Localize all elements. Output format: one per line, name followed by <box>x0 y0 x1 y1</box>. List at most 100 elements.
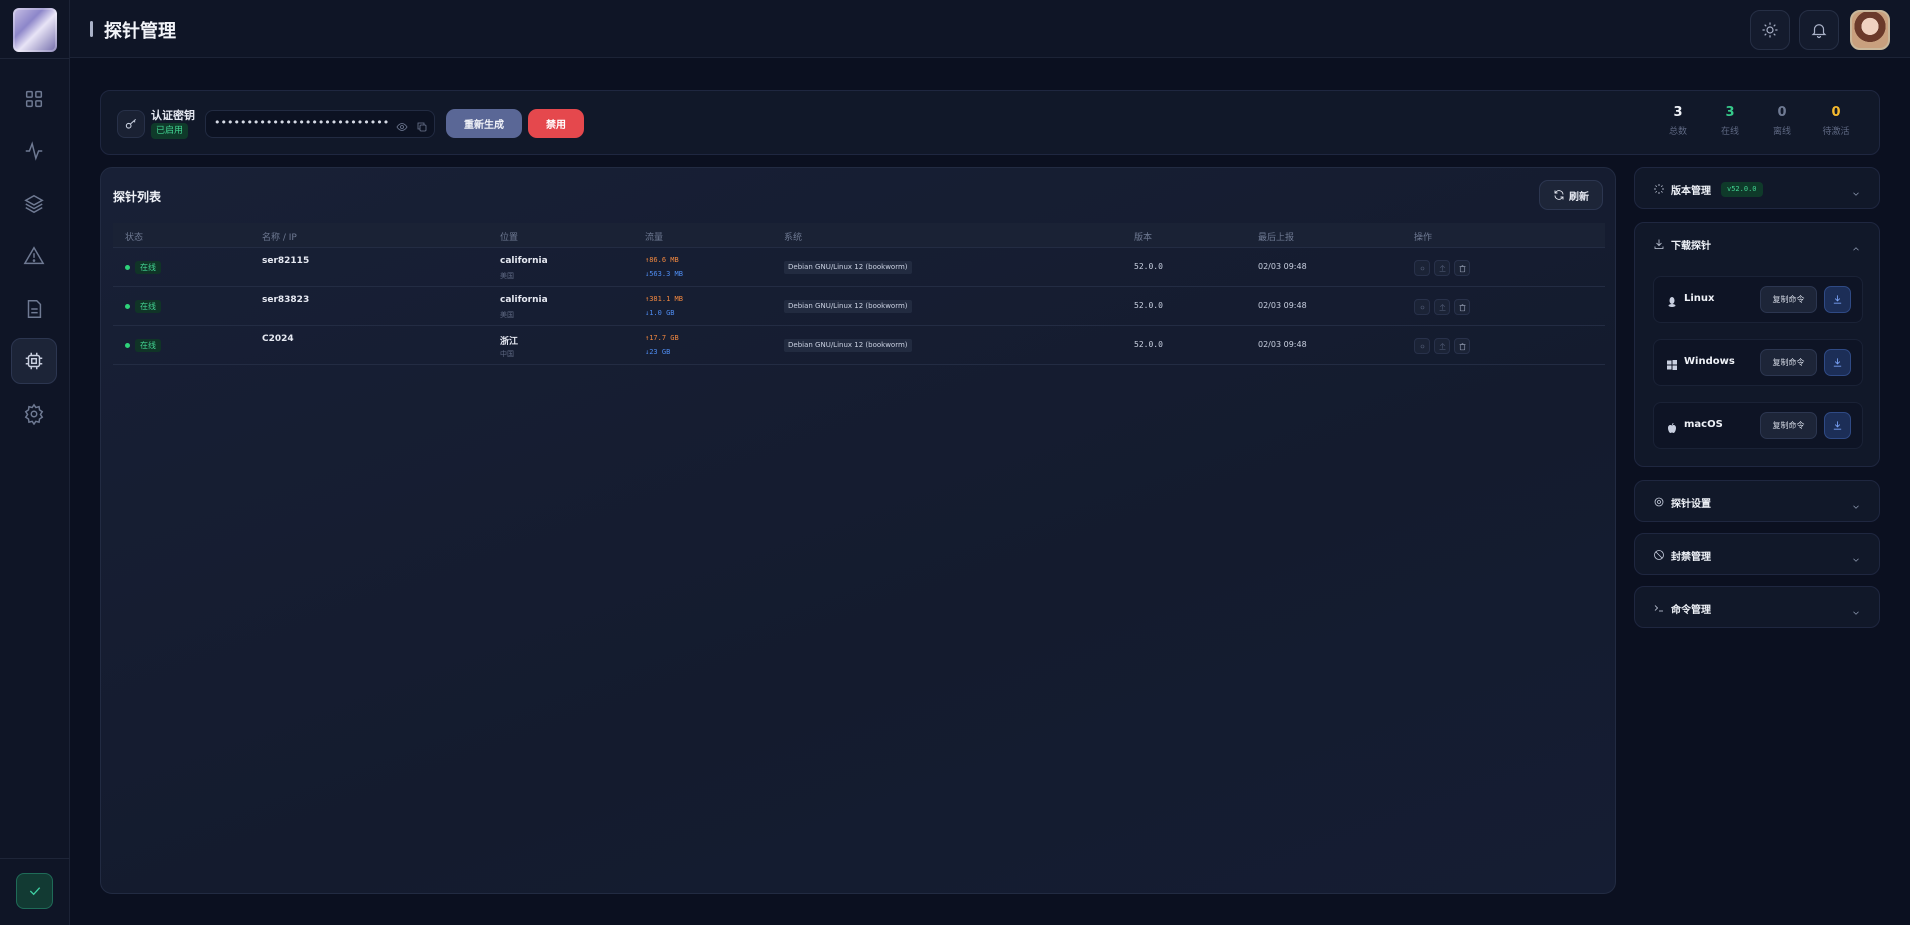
grid-icon <box>25 90 43 108</box>
linux-icon <box>1666 293 1678 307</box>
probe-os: Debian GNU/Linux 12 (bookworm) <box>784 261 912 274</box>
delete-action-button[interactable] <box>1454 260 1470 276</box>
download-button[interactable] <box>1824 412 1851 439</box>
upgrade-action-button[interactable] <box>1434 338 1450 354</box>
bell-icon <box>1811 24 1827 39</box>
ban-management-panel[interactable]: 封禁管理 <box>1634 533 1880 575</box>
table-row[interactable]: 在线 ser83823 california 美国 ↑381.1 MB ↓1.0… <box>113 287 1605 326</box>
copy-icon[interactable] <box>416 118 428 132</box>
column-header: 最后上报 <box>1258 233 1295 243</box>
panel-header[interactable]: 下载探针 <box>1653 223 1711 265</box>
trash-icon <box>1459 303 1465 311</box>
version-panel[interactable]: 版本管理 v52.0.0 <box>1634 167 1880 209</box>
notifications-button[interactable] <box>1799 10 1839 50</box>
stat-pending: 0 待激活 <box>1811 105 1861 137</box>
system-status-button[interactable] <box>16 873 53 909</box>
panel-title: 探针设置 <box>1671 498 1711 510</box>
top-header: 探针管理 <box>70 0 1910 58</box>
upload-icon <box>1439 342 1445 350</box>
activity-icon <box>25 141 43 161</box>
settings-action-button[interactable] <box>1414 338 1430 354</box>
table-row[interactable]: 在线 C2024 浙江 中国 ↑17.7 GB ↓23 GB Debian GN… <box>113 326 1605 365</box>
stat-label: 总数 <box>1668 127 1687 137</box>
user-avatar[interactable] <box>1850 10 1890 50</box>
auth-key-label: 认证密钥 <box>151 109 195 122</box>
upgrade-action-button[interactable] <box>1434 260 1450 276</box>
probe-settings-panel[interactable]: 探针设置 <box>1634 480 1880 522</box>
download-panel: 下载探针 Linux 复制命令 Windows 复制命令 macOS 复制命令 <box>1634 222 1880 467</box>
status-badge: 已启用 <box>151 123 189 139</box>
app-logo[interactable] <box>13 8 57 52</box>
check-icon <box>29 887 40 896</box>
sidebar-item-layers[interactable] <box>11 181 57 227</box>
settings-action-button[interactable] <box>1414 260 1430 276</box>
page-title: 探针管理 <box>104 21 176 42</box>
stat-label: 在线 <box>1720 127 1739 137</box>
refresh-button[interactable]: 刷新 <box>1539 180 1603 210</box>
stat-value: 3 <box>1725 105 1735 120</box>
probe-list-panel: 探针列表 刷新 状态 名称 / IP 位置 流量 系统 版本 最后上报 操作 在… <box>100 167 1616 894</box>
status-badge: 在线 <box>135 300 161 313</box>
traffic-up: ↑381.1 MB <box>645 295 683 303</box>
chevron-down-icon[interactable] <box>1851 184 1861 196</box>
stat-online: 3 在线 <box>1705 105 1755 137</box>
panel-title: 命令管理 <box>1671 604 1711 616</box>
copy-command-button[interactable]: 复制命令 <box>1760 286 1817 313</box>
column-header: 位置 <box>500 233 519 243</box>
sun-icon <box>1762 22 1778 38</box>
traffic-down: ↓563.3 MB <box>645 270 683 278</box>
gear-icon <box>1420 305 1424 309</box>
download-button[interactable] <box>1824 286 1851 313</box>
probe-country: 美国 <box>500 272 514 280</box>
auth-key-field[interactable]: •••••••••••••••••••••••••••••••••••••••• <box>205 110 435 138</box>
status-badge: 在线 <box>135 339 161 352</box>
auth-key-bar: 认证密钥 已启用 •••••••••••••••••••••••••••••••… <box>100 90 1880 155</box>
sidebar-item-dashboard[interactable] <box>11 76 57 122</box>
stat-value: 0 <box>1831 105 1841 120</box>
upgrade-action-button[interactable] <box>1434 299 1450 315</box>
os-name: Linux <box>1684 293 1715 304</box>
settings-action-button[interactable] <box>1414 299 1430 315</box>
windows-icon <box>1666 356 1678 370</box>
column-header: 状态 <box>125 233 144 243</box>
panel-header: 版本管理 v52.0.0 <box>1653 168 1763 210</box>
delete-action-button[interactable] <box>1454 338 1470 354</box>
probe-version: 52.0.0 <box>1134 301 1163 310</box>
masked-key: •••••••••••••••••••••••••••••••••••••••• <box>214 116 390 129</box>
panel-header: 封禁管理 <box>1653 534 1711 576</box>
delete-action-button[interactable] <box>1454 299 1470 315</box>
copy-command-button[interactable]: 复制命令 <box>1760 412 1817 439</box>
title-accent <box>90 21 93 37</box>
os-name: macOS <box>1684 419 1723 430</box>
regenerate-button[interactable]: 重新生成 <box>446 109 522 138</box>
sidebar-item-settings[interactable] <box>11 391 57 437</box>
download-icon <box>1833 358 1842 367</box>
copy-command-button[interactable]: 复制命令 <box>1760 349 1817 376</box>
eye-icon[interactable] <box>396 118 408 131</box>
chevron-down-icon[interactable] <box>1851 497 1861 509</box>
download-button[interactable] <box>1824 349 1851 376</box>
traffic-up: ↑86.6 MB <box>645 256 679 264</box>
traffic-up: ↑17.7 GB <box>645 334 679 342</box>
column-header: 名称 / IP <box>262 233 297 243</box>
key-icon <box>117 110 145 138</box>
loader-icon <box>1654 184 1664 194</box>
table-header: 状态 名称 / IP 位置 流量 系统 版本 最后上报 操作 <box>113 223 1605 248</box>
sidebar-item-docs[interactable] <box>11 286 57 332</box>
sidebar-item-monitor[interactable] <box>11 128 57 174</box>
table-row[interactable]: 在线 ser82115 california 美国 ↑86.6 MB ↓563.… <box>113 248 1605 287</box>
sidebar <box>0 0 70 925</box>
command-management-panel[interactable]: 命令管理 <box>1634 586 1880 628</box>
divider <box>0 58 70 59</box>
probe-name: ser83823 <box>262 295 310 305</box>
probe-os: Debian GNU/Linux 12 (bookworm) <box>784 300 912 313</box>
chevron-up-icon[interactable] <box>1851 239 1861 251</box>
panel-header: 探针设置 <box>1653 481 1711 523</box>
disable-button[interactable]: 禁用 <box>528 109 584 138</box>
chevron-down-icon[interactable] <box>1851 603 1861 615</box>
sidebar-item-alerts[interactable] <box>11 233 57 279</box>
stat-value: 0 <box>1777 105 1787 120</box>
sidebar-item-probes[interactable] <box>11 338 57 384</box>
theme-toggle-button[interactable] <box>1750 10 1790 50</box>
chevron-down-icon[interactable] <box>1851 550 1861 562</box>
